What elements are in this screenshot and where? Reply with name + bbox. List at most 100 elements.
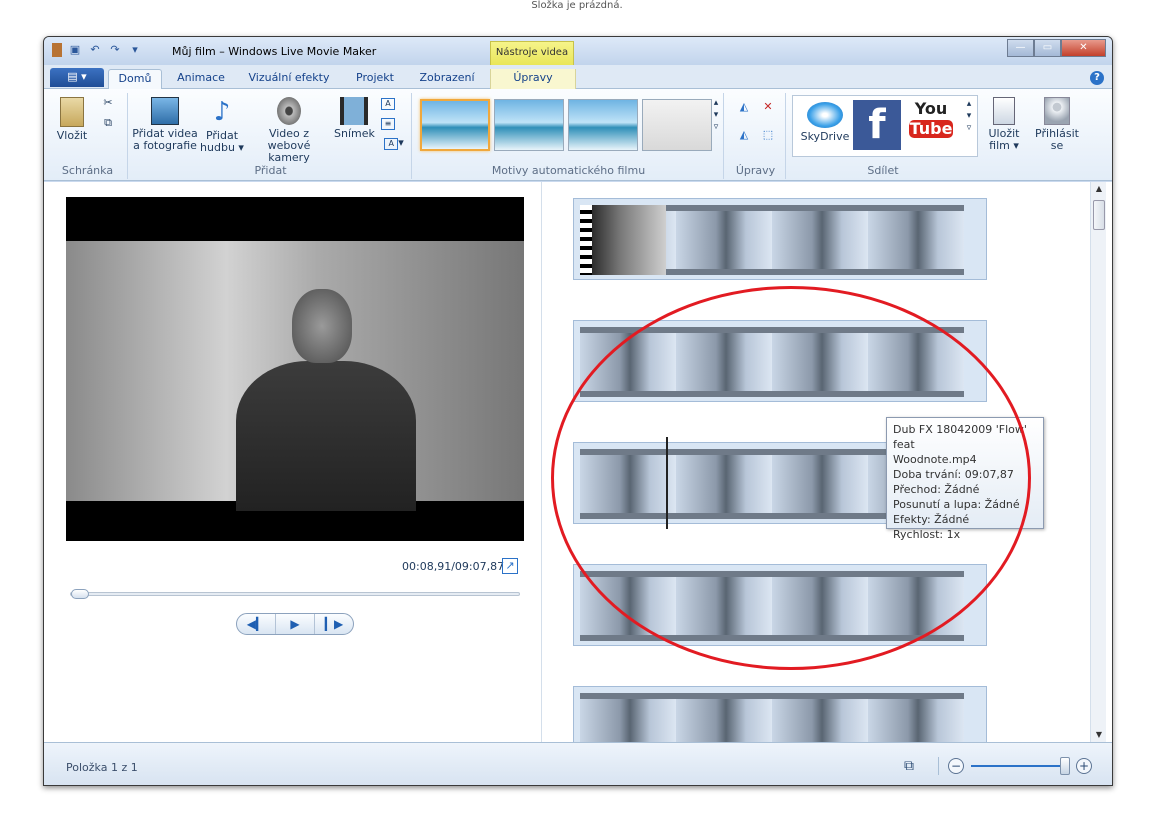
- add-videos-photos-button[interactable]: Přidat videa a fotografie: [132, 97, 198, 152]
- facebook-button[interactable]: f: [853, 100, 901, 150]
- film-sprockets: [580, 205, 592, 275]
- status-bar: Položka 1 z 1 ⧉ − +: [44, 742, 1112, 785]
- theme-thumbnail-2[interactable]: [494, 99, 564, 151]
- rotate-right-icon: ◭: [739, 128, 749, 141]
- snapshot-label: Snímek: [334, 127, 375, 140]
- app-icon[interactable]: [52, 43, 62, 57]
- facebook-icon: f: [868, 102, 886, 148]
- tab-home[interactable]: Domů: [108, 69, 162, 89]
- scroll-thumb[interactable]: [1093, 200, 1105, 230]
- tab-visual-effects[interactable]: Vizuální efekty: [242, 69, 336, 89]
- zoom-in-icon[interactable]: +: [1076, 758, 1092, 774]
- themes-scroll[interactable]: ▴ ▾ ▿: [710, 97, 722, 133]
- skydrive-label: SkyDrive: [800, 130, 850, 143]
- rotate-left-icon: ◭: [739, 100, 749, 113]
- group-edit: ◭ ✕ ◭ ⬚ Úpravy: [726, 93, 786, 179]
- save-icon[interactable]: ▣: [68, 43, 82, 57]
- close-button[interactable]: ✕: [1061, 39, 1106, 57]
- webcam-label-1: Video z webové: [267, 127, 311, 152]
- scissors-icon: ✂: [103, 96, 113, 109]
- file-menu-button[interactable]: ▤ ▾: [50, 68, 104, 87]
- add-videos-label-2: a fotografie: [133, 139, 197, 152]
- next-frame-button[interactable]: ▎▶: [315, 614, 353, 634]
- group-label-share: Sdílet: [867, 164, 899, 177]
- tab-animations[interactable]: Animace: [168, 69, 234, 89]
- share-gallery-scroll[interactable]: ▴ ▾ ▿: [963, 98, 975, 134]
- tooltip-line: Efekty: Žádné: [893, 513, 970, 526]
- video-tools-context-header: Nástroje videa: [490, 41, 574, 65]
- theme-thumbnail-3[interactable]: [568, 99, 638, 151]
- webcam-video-button[interactable]: Video z webové kamery: [246, 97, 332, 164]
- user-icon: [1044, 97, 1070, 125]
- redo-icon[interactable]: ↷: [108, 43, 122, 57]
- select-all-button[interactable]: ⬚: [760, 129, 776, 141]
- rotate-left-button[interactable]: ◭: [736, 101, 752, 113]
- webcam-icon: [277, 97, 301, 125]
- remove-button[interactable]: ✕: [760, 101, 776, 113]
- save-movie-label-2: film ▾: [989, 139, 1019, 152]
- save-movie-button[interactable]: Uložit film ▾: [984, 97, 1024, 152]
- tab-view[interactable]: Zobrazení: [412, 69, 482, 89]
- item-count: Položka 1 z 1: [66, 761, 138, 774]
- top-note: Složka je prázdná.: [531, 0, 623, 11]
- skydrive-cloud-icon: [807, 102, 843, 128]
- clip-2[interactable]: [573, 320, 987, 402]
- sign-in-button[interactable]: Přihlásit se: [1034, 97, 1080, 152]
- group-add: Přidat videa a fotografie ♪ Přidat hudbu…: [130, 93, 412, 179]
- thumbnail-size-icon[interactable]: ⧉: [904, 757, 924, 775]
- credits-button[interactable]: A ▾: [380, 137, 408, 150]
- add-music-button[interactable]: ♪ Přidat hudbu ▾: [200, 97, 244, 154]
- tooltip-line: Rychlost: 1x: [893, 528, 961, 541]
- previous-frame-button[interactable]: ◀▎: [237, 614, 276, 634]
- seek-thumb[interactable]: [71, 589, 89, 599]
- movie-maker-window: ▣ ↶ ↷ ▾ Můj film – Windows Live Movie Ma…: [43, 36, 1113, 786]
- undo-icon[interactable]: ↶: [88, 43, 102, 57]
- zoom-out-icon[interactable]: −: [948, 758, 964, 774]
- playhead-line[interactable]: [666, 437, 668, 529]
- skydrive-button[interactable]: SkyDrive: [797, 102, 853, 143]
- film-photo-icon: [151, 97, 179, 125]
- title-button[interactable]: A: [380, 97, 396, 110]
- theme-thumbnail-1[interactable]: [420, 99, 490, 151]
- copy-button[interactable]: ⧉: [100, 117, 116, 129]
- group-clipboard: Vložit ✂ ⧉ Schránka: [48, 93, 128, 179]
- tab-project[interactable]: Projekt: [344, 69, 406, 89]
- snapshot-icon: [340, 97, 368, 125]
- clip-thumbnails: [580, 333, 964, 391]
- webcam-label-2: kamery: [268, 151, 310, 164]
- help-icon[interactable]: ?: [1090, 71, 1104, 85]
- title-bar: ▣ ↶ ↷ ▾ Můj film – Windows Live Movie Ma…: [44, 37, 1112, 65]
- storyboard-scrollbar[interactable]: ▲ ▼: [1090, 182, 1106, 742]
- status-divider: [938, 757, 939, 775]
- tab-edit[interactable]: Úpravy: [490, 69, 576, 89]
- snapshot-button[interactable]: Snímek: [334, 97, 375, 140]
- paste-label: Vložit: [56, 129, 88, 142]
- zoom-slider-track[interactable]: [971, 765, 1067, 767]
- youtube-logo-top: You: [914, 99, 948, 118]
- video-preview[interactable]: [66, 197, 524, 541]
- play-button[interactable]: ▶: [276, 614, 315, 634]
- maximize-button[interactable]: ▭: [1034, 39, 1061, 57]
- scroll-up-arrow-icon[interactable]: ▲: [1091, 182, 1107, 196]
- share-gallery: SkyDrive f You Tube ▴ ▾ ▿: [792, 95, 978, 157]
- theme-thumbnail-4[interactable]: [642, 99, 712, 151]
- caption-button[interactable]: ≡: [380, 117, 396, 130]
- clip-4[interactable]: [573, 564, 987, 646]
- zoom-slider-thumb[interactable]: [1060, 757, 1070, 775]
- window-title: Můj film – Windows Live Movie Maker: [172, 45, 377, 58]
- cut-button[interactable]: ✂: [100, 97, 116, 109]
- group-label-add: Přidat: [254, 164, 287, 177]
- tooltip-line: Přechod: Žádné: [893, 483, 980, 496]
- fullscreen-icon[interactable]: ↗: [502, 558, 518, 574]
- qat-dropdown-icon[interactable]: ▾: [128, 43, 142, 57]
- minimize-button[interactable]: —: [1007, 39, 1034, 57]
- rotate-right-button[interactable]: ◭: [736, 129, 752, 141]
- youtube-button[interactable]: You Tube: [909, 100, 953, 150]
- clip-first-frame: [582, 205, 666, 275]
- tooltip-line: Posunutí a lupa: Žádné: [893, 498, 1020, 511]
- paste-button[interactable]: Vložit: [54, 97, 90, 142]
- seek-bar[interactable]: [70, 589, 520, 599]
- group-label-edit: Úpravy: [735, 164, 776, 177]
- scroll-down-arrow-icon[interactable]: ▼: [1091, 728, 1107, 742]
- clip-1[interactable]: [573, 198, 987, 280]
